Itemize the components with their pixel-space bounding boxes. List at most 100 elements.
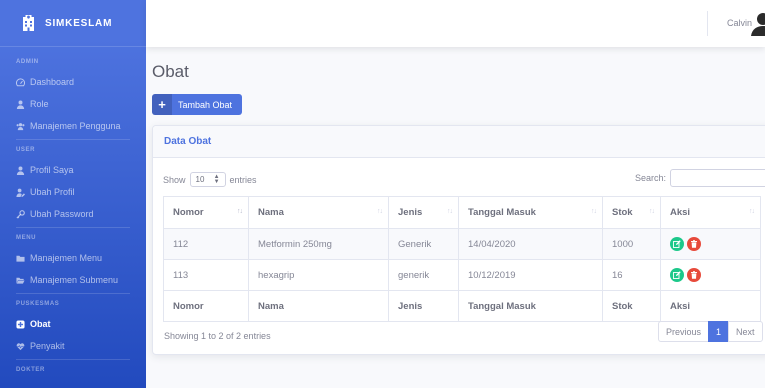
table-row: 113 hexagrip generik 10/12/2019 16 xyxy=(163,259,761,291)
edit-icon xyxy=(673,271,681,279)
footer-tanggal-masuk: Tanggal Masuk xyxy=(458,290,603,322)
footer-jenis: Jenis xyxy=(388,290,459,322)
edit-icon xyxy=(673,240,681,248)
table-header-row: Nomor ↑↓ Nama ↑↓ Jenis ↑↓ Tanggal Masuk ↑↓ S… xyxy=(163,196,761,229)
search-control: Search: xyxy=(635,169,765,187)
sidebar-brand[interactable]: SIMKESLAM xyxy=(0,0,146,47)
column-header-nomor[interactable]: Nomor ↑↓ xyxy=(163,196,249,229)
dashboard-icon xyxy=(16,77,25,87)
add-obat-button-label: Tambah Obat xyxy=(178,99,233,110)
sidebar-divider xyxy=(16,293,130,294)
sidebar-item-label: Profil Saya xyxy=(30,165,74,175)
key-icon xyxy=(16,209,25,219)
footer-nomor: Nomor xyxy=(163,290,249,322)
footer-stok: Stok xyxy=(602,290,661,322)
page-length-value: 10 xyxy=(195,175,205,184)
trash-icon xyxy=(691,240,697,248)
sidebar-heading-puskesmas: PUSKESMAS xyxy=(16,301,60,307)
footer-aksi: Aksi xyxy=(660,290,761,322)
sidebar-item-label: Role xyxy=(30,99,49,109)
search-label: Search: xyxy=(635,173,667,183)
column-header-tanggal-masuk[interactable]: Tanggal Masuk ↑↓ xyxy=(458,196,603,229)
sidebar-item-dashboard[interactable]: Dashboard xyxy=(0,71,146,93)
sidebar-item-label: Manajemen Submenu xyxy=(30,275,119,285)
sidebar-item-label: Obat xyxy=(30,319,51,329)
folder-icon xyxy=(16,254,25,263)
page-length-select[interactable]: 10 ▲ ▼ xyxy=(189,172,226,187)
cell-stok: 16 xyxy=(602,259,661,291)
search-input[interactable] xyxy=(670,169,765,187)
add-obat-button[interactable]: + Tambah Obat xyxy=(152,94,242,115)
cell-nama: hexagrip xyxy=(248,259,389,291)
edit-button[interactable] xyxy=(670,237,684,251)
sidebar-item-label: Manajemen Menu xyxy=(30,253,103,263)
topbar: Calvin xyxy=(146,0,765,47)
sidebar-item-label: Manajemen Pengguna xyxy=(30,121,121,131)
sidebar-item-role[interactable]: Role xyxy=(0,93,146,115)
pagination-previous[interactable]: Previous xyxy=(658,321,710,342)
topbar-username[interactable]: Calvin xyxy=(727,18,752,28)
edit-button[interactable] xyxy=(670,268,684,282)
obat-table: Nomor ↑↓ Nama ↑↓ Jenis ↑↓ Tanggal Masuk ↑↓ S… xyxy=(163,196,761,322)
cell-aksi xyxy=(660,259,761,291)
sort-icon: ↑↓ xyxy=(591,208,597,215)
cell-tanggal-masuk: 10/12/2019 xyxy=(458,259,603,291)
card-title: Data Obat xyxy=(164,136,212,147)
sidebar-item-profil-saya[interactable]: Profil Saya xyxy=(0,159,146,181)
delete-button[interactable] xyxy=(687,268,701,282)
sort-icon: ↑↓ xyxy=(377,208,383,215)
sidebar-divider xyxy=(16,359,130,360)
brand-name: SIMKESLAM xyxy=(45,17,113,29)
cell-stok: 1000 xyxy=(602,228,661,260)
sidebar-item-obat[interactable]: Obat xyxy=(0,313,146,335)
cell-tanggal-masuk: 14/04/2020 xyxy=(458,228,603,260)
user-avatar-icon[interactable] xyxy=(751,12,765,36)
cell-nama: Metformin 250mg xyxy=(248,228,389,260)
pagination-page-1[interactable]: 1 xyxy=(708,321,730,342)
sidebar-divider xyxy=(16,139,130,140)
pagination: Previous 1 Next xyxy=(658,321,763,342)
column-header-aksi[interactable]: Aksi ↑↓ xyxy=(660,196,761,229)
table-row: 112 Metformin 250mg Generik 14/04/2020 1… xyxy=(163,228,761,260)
cell-aksi xyxy=(660,228,761,260)
user-icon xyxy=(16,166,25,175)
select-arrows-icon: ▲ ▼ xyxy=(213,173,220,185)
sidebar-item-label: Ubah Password xyxy=(30,209,94,219)
sidebar-heading-admin: ADMIN xyxy=(16,59,39,65)
table-info: Showing 1 to 2 of 2 entries xyxy=(164,331,271,341)
sidebar-item-label: Dashboard xyxy=(30,77,75,87)
column-header-stok[interactable]: Stok ↑↓ xyxy=(602,196,661,229)
sidebar-heading-user: USER xyxy=(16,147,36,153)
hospital-icon xyxy=(23,15,34,31)
sidebar: SIMKESLAM ADMIN Dashboard Role Manajemen… xyxy=(0,0,146,388)
column-header-nama[interactable]: Nama ↑↓ xyxy=(248,196,389,229)
pills-icon xyxy=(16,319,25,329)
card-header: Data Obat xyxy=(153,126,765,158)
users-icon xyxy=(16,122,25,131)
trash-icon xyxy=(691,271,697,279)
column-header-jenis[interactable]: Jenis ↑↓ xyxy=(388,196,459,229)
plus-icon: + xyxy=(152,94,172,115)
delete-button[interactable] xyxy=(687,237,701,251)
sidebar-item-ubah-profil[interactable]: Ubah Profil xyxy=(0,181,146,203)
show-label: Show xyxy=(163,174,186,185)
sidebar-item-penyakit[interactable]: Penyakit xyxy=(0,335,146,357)
user-edit-icon xyxy=(16,188,25,197)
pagination-next[interactable]: Next xyxy=(728,321,763,342)
sidebar-item-ubah-password[interactable]: Ubah Password xyxy=(0,203,146,225)
cell-jenis: Generik xyxy=(388,228,459,260)
sidebar-item-manajemen-menu[interactable]: Manajemen Menu xyxy=(0,247,146,269)
sort-icon: ↑↓ xyxy=(447,208,453,215)
sidebar-item-manajemen-pengguna[interactable]: Manajemen Pengguna xyxy=(0,115,146,137)
sidebar-heading-dokter: DOKTER xyxy=(16,367,45,373)
sort-icon: ↑↓ xyxy=(649,208,655,215)
page-title: Obat xyxy=(152,62,189,81)
entries-label: entries xyxy=(229,174,257,185)
table-controls: Show 10 ▲ ▼ entries Search: xyxy=(163,169,765,187)
cell-nomor: 113 xyxy=(163,259,249,291)
sidebar-item-label: Ubah Profil xyxy=(30,187,75,197)
user-tie-icon xyxy=(16,100,25,109)
footer-nama: Nama xyxy=(248,290,389,322)
cell-nomor: 112 xyxy=(163,228,249,260)
sidebar-item-manajemen-submenu[interactable]: Manajemen Submenu xyxy=(0,269,146,291)
